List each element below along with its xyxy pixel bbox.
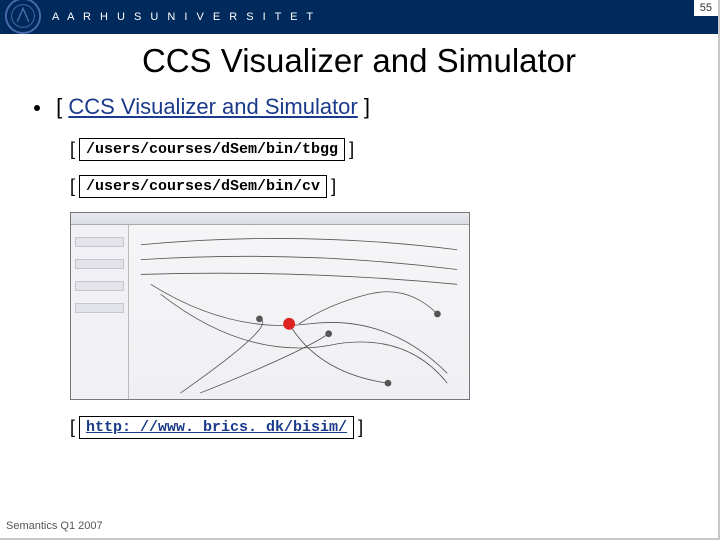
- window-titlebar: [71, 213, 469, 225]
- sidebar-button: [75, 281, 124, 291]
- path-cv: /users/courses/dSem/bin/cv: [79, 175, 327, 198]
- slide-header: A A R H U S U N I V E R S I T E T 55: [0, 0, 718, 34]
- url-row: [ http: //www. brics. dk/bisim/ ]: [70, 416, 698, 439]
- url-box: http: //www. brics. dk/bisim/: [79, 416, 354, 439]
- slide-footer: Semantics Q1 2007: [6, 520, 103, 532]
- path-row-tbgg: [ /users/courses/dSem/bin/tbgg ]: [70, 138, 698, 161]
- transition-graph-icon: [129, 225, 469, 399]
- page-number: 55: [694, 0, 718, 16]
- ccs-visualizer-link[interactable]: CCS Visualizer and Simulator: [68, 94, 357, 119]
- bracket-open: [: [70, 417, 75, 438]
- bracket-close: ]: [331, 176, 336, 197]
- active-state-icon: [283, 318, 295, 330]
- bisim-url-link[interactable]: http: //www. brics. dk/bisim/: [86, 419, 347, 436]
- app-screenshot: [70, 212, 470, 400]
- app-sidebar: [71, 225, 129, 399]
- bullet-suffix: ]: [358, 94, 370, 119]
- bracket-open: [: [70, 176, 75, 197]
- bracket-open: [: [70, 139, 75, 160]
- bullet-prefix: [: [56, 94, 68, 119]
- sidebar-button: [75, 259, 124, 269]
- bullet-dot-icon: [34, 105, 40, 111]
- sidebar-button: [75, 237, 124, 247]
- university-name: A A R H U S U N I V E R S I T E T: [52, 11, 316, 23]
- university-seal-icon: [4, 0, 42, 35]
- bracket-close: ]: [349, 139, 354, 160]
- path-row-cv: [ /users/courses/dSem/bin/cv ]: [70, 175, 698, 198]
- graph-canvas: [129, 225, 469, 399]
- slide-content: [ CCS Visualizer and Simulator ] [ /user…: [0, 94, 718, 439]
- sidebar-button: [75, 303, 124, 313]
- bracket-close: ]: [358, 417, 363, 438]
- path-tbgg: /users/courses/dSem/bin/tbgg: [79, 138, 345, 161]
- bullet-main: [ CCS Visualizer and Simulator ]: [34, 94, 698, 120]
- slide-title: CCS Visualizer and Simulator: [0, 42, 718, 80]
